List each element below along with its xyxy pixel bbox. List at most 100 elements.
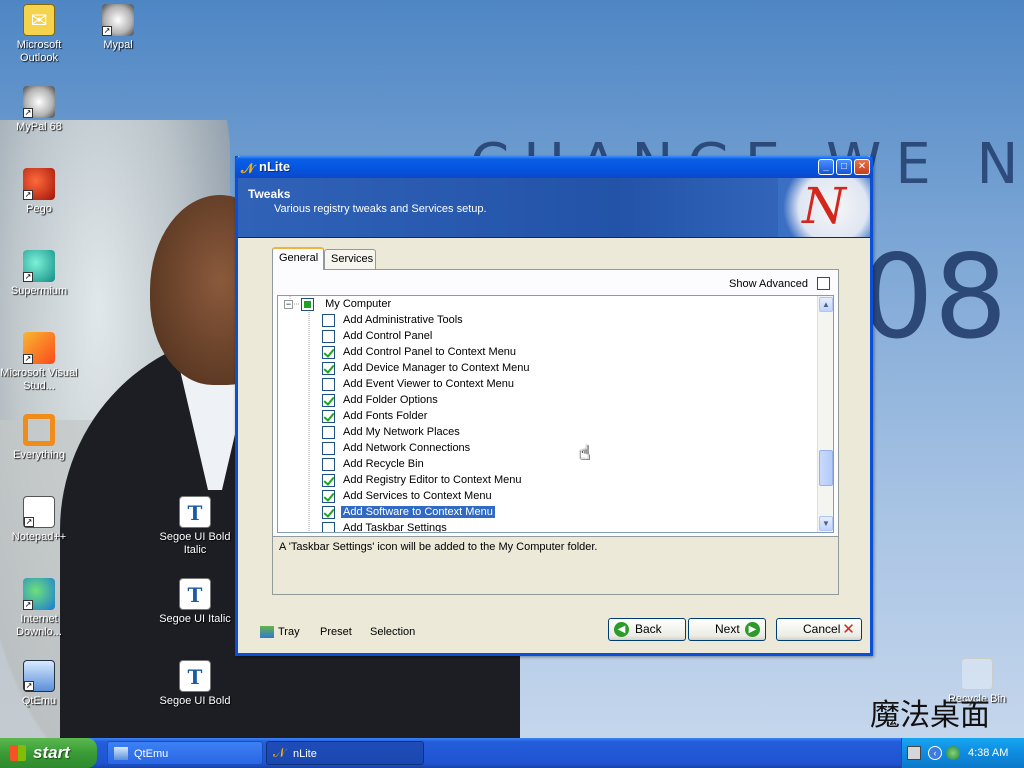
tree-item-label: Add Network Connections bbox=[343, 442, 471, 454]
tree-item-checkbox[interactable] bbox=[322, 489, 335, 503]
tree-item-checkbox[interactable] bbox=[322, 377, 335, 391]
tree-item-checkbox[interactable] bbox=[322, 313, 335, 327]
desktop-icon-segoe-bold[interactable]: T Segoe UI Bold bbox=[156, 660, 234, 708]
desktop-icon-label: QtEmu bbox=[21, 695, 57, 707]
minimize-button[interactable]: _ bbox=[818, 159, 834, 175]
show-advanced[interactable]: Show Advanced bbox=[729, 277, 830, 290]
tree-item-checkbox[interactable] bbox=[322, 361, 335, 375]
desktop-icon-idm[interactable]: ↗ Internet Downlo... bbox=[0, 578, 78, 639]
collapse-icon[interactable]: − bbox=[284, 299, 293, 309]
desktop-icon-segoe-italic[interactable]: T Segoe UI Italic bbox=[156, 578, 234, 626]
next-arrow-icon: ▶ bbox=[745, 622, 760, 637]
desktop-icon-segoe-bold-italic[interactable]: T Segoe UI Bold Italic bbox=[156, 496, 234, 557]
tree-item-label: Add My Network Places bbox=[343, 426, 460, 438]
tree-item[interactable]: Add Fonts Folder bbox=[322, 408, 429, 424]
desktop-icon-outlook[interactable]: ✉ Microsoft Outlook bbox=[0, 4, 78, 65]
desktop-icon-mypal[interactable]: ↗ Mypal bbox=[79, 4, 157, 52]
clock[interactable]: 4:38 AM bbox=[968, 738, 1008, 768]
tree-item-checkbox[interactable] bbox=[322, 393, 335, 407]
pego-icon: ↗ bbox=[23, 168, 55, 200]
desktop-icon-label: Microsoft Outlook bbox=[16, 39, 62, 64]
cancel-button[interactable]: Cancel ✕ bbox=[776, 618, 862, 641]
nlite-window: 𝒩 nLite _ □ ✕ Tweaks Various registry tw… bbox=[235, 156, 873, 656]
taskbar-button-qtemu[interactable]: QtEmu bbox=[107, 741, 263, 765]
show-advanced-checkbox[interactable] bbox=[817, 277, 830, 290]
mypal-icon: ↗ bbox=[23, 86, 55, 118]
tree-item-selected[interactable]: Add Software to Context Menu bbox=[322, 504, 495, 520]
idm-icon: ↗ bbox=[23, 578, 55, 610]
back-button-label: Back bbox=[635, 622, 662, 636]
desktop-icon-label: Pego bbox=[26, 203, 52, 215]
desktop-icon-pego[interactable]: ↗ Pego bbox=[0, 168, 78, 216]
back-button[interactable]: ◀ Back bbox=[608, 618, 686, 641]
start-button[interactable]: start bbox=[0, 738, 97, 768]
tree-item[interactable]: Add Folder Options bbox=[322, 392, 440, 408]
desktop-icon-everything[interactable]: Everything bbox=[0, 414, 78, 462]
tree-item-checkbox[interactable] bbox=[322, 521, 335, 532]
tree-item[interactable]: Add Control Panel bbox=[322, 328, 434, 344]
supermium-icon: ↗ bbox=[23, 250, 55, 282]
windows-flag-icon bbox=[10, 745, 26, 761]
window-titlebar[interactable]: 𝒩 nLite _ □ ✕ bbox=[235, 156, 873, 178]
tree-item[interactable]: Add Network Connections bbox=[322, 440, 472, 456]
cancel-button-label: Cancel bbox=[803, 622, 841, 636]
font-file-icon: T bbox=[179, 578, 211, 610]
tree-item-checkbox[interactable] bbox=[322, 505, 335, 519]
show-hidden-icons-chevron-icon[interactable]: ‹ bbox=[928, 746, 942, 760]
font-file-icon: T bbox=[179, 660, 211, 692]
selection-link[interactable]: Selection bbox=[370, 626, 415, 638]
scroll-up-icon[interactable]: ▲ bbox=[819, 297, 833, 312]
tree-item-checkbox[interactable] bbox=[322, 441, 335, 455]
notepad-plus-plus-icon: ↗ bbox=[23, 496, 55, 528]
tree-item[interactable]: Add Control Panel to Context Menu bbox=[322, 344, 518, 360]
tree-item-checkbox[interactable] bbox=[322, 409, 335, 423]
tree-root-my-computer[interactable]: − My Computer bbox=[284, 296, 393, 312]
close-button[interactable]: ✕ bbox=[854, 159, 870, 175]
taskbar-button-nlite[interactable]: 𝒩 nLite bbox=[266, 741, 424, 765]
tree-item-checkbox[interactable] bbox=[322, 425, 335, 439]
tree-item-label: Add Services to Context Menu bbox=[343, 490, 492, 502]
tree-item-checkbox[interactable] bbox=[322, 329, 335, 343]
nlite-icon: 𝒩 bbox=[273, 746, 286, 761]
everything-icon bbox=[23, 414, 55, 446]
network-icon[interactable] bbox=[946, 746, 960, 760]
tree-item-checkbox[interactable] bbox=[322, 345, 335, 359]
back-arrow-icon: ◀ bbox=[614, 622, 629, 637]
maximize-button[interactable]: □ bbox=[836, 159, 852, 175]
desktop-icon-label: Segoe UI Bold Italic bbox=[159, 531, 231, 556]
tree-scrollbar[interactable]: ▲ ▼ bbox=[817, 296, 833, 532]
tree-item-label: Add Folder Options bbox=[343, 394, 438, 406]
tab-services[interactable]: Services bbox=[324, 249, 376, 269]
tree-item[interactable]: Add Event Viewer to Context Menu bbox=[322, 376, 516, 392]
tree-item-label: Add Event Viewer to Context Menu bbox=[343, 378, 515, 390]
tree-item-label: Add Software to Context Menu bbox=[341, 506, 495, 518]
scrollbar-thumb[interactable] bbox=[819, 450, 833, 486]
desktop-icon-qtemu[interactable]: ↗ QtEmu bbox=[0, 660, 78, 708]
tree-item-label: Add Fonts Folder bbox=[343, 410, 428, 422]
tree-item[interactable]: Add Recycle Bin bbox=[322, 456, 426, 472]
keyboard-icon[interactable] bbox=[907, 746, 921, 760]
tree-item-checkbox[interactable] bbox=[322, 473, 335, 487]
preset-link[interactable]: Preset bbox=[320, 626, 352, 638]
tree-item[interactable]: Add Services to Context Menu bbox=[322, 488, 494, 504]
tray-link[interactable]: Tray bbox=[260, 626, 300, 639]
tree-item[interactable]: Add Administrative Tools bbox=[322, 312, 465, 328]
desktop-icon-label: Microsoft Visual Stud... bbox=[0, 367, 78, 392]
desktop-icon-visual-studio[interactable]: ↗ Microsoft Visual Stud... bbox=[0, 332, 78, 393]
tree-item[interactable]: Add My Network Places bbox=[322, 424, 462, 440]
tree-item[interactable]: Add Device Manager to Context Menu bbox=[322, 360, 532, 376]
tray-label: Tray bbox=[278, 626, 300, 638]
tree-root-checkbox[interactable] bbox=[301, 297, 315, 311]
next-button[interactable]: Next ▶ bbox=[688, 618, 766, 641]
desktop-icon-notepad-plus-plus[interactable]: ↗ Notepad++ bbox=[0, 496, 78, 544]
tree-item-checkbox[interactable] bbox=[322, 457, 335, 471]
next-button-label: Next bbox=[715, 622, 740, 636]
font-file-icon: T bbox=[179, 496, 211, 528]
desktop-icon-mypal68[interactable]: ↗ MyPal 68 bbox=[0, 86, 78, 134]
desktop-icon-supermium[interactable]: ↗ Supermium bbox=[0, 250, 78, 298]
tab-general[interactable]: General bbox=[272, 247, 324, 270]
tree-item[interactable]: Add Registry Editor to Context Menu bbox=[322, 472, 524, 488]
outlook-icon: ✉ bbox=[23, 4, 55, 36]
tree-item[interactable]: Add Taskbar Settings bbox=[322, 520, 449, 532]
scroll-down-icon[interactable]: ▼ bbox=[819, 516, 833, 531]
